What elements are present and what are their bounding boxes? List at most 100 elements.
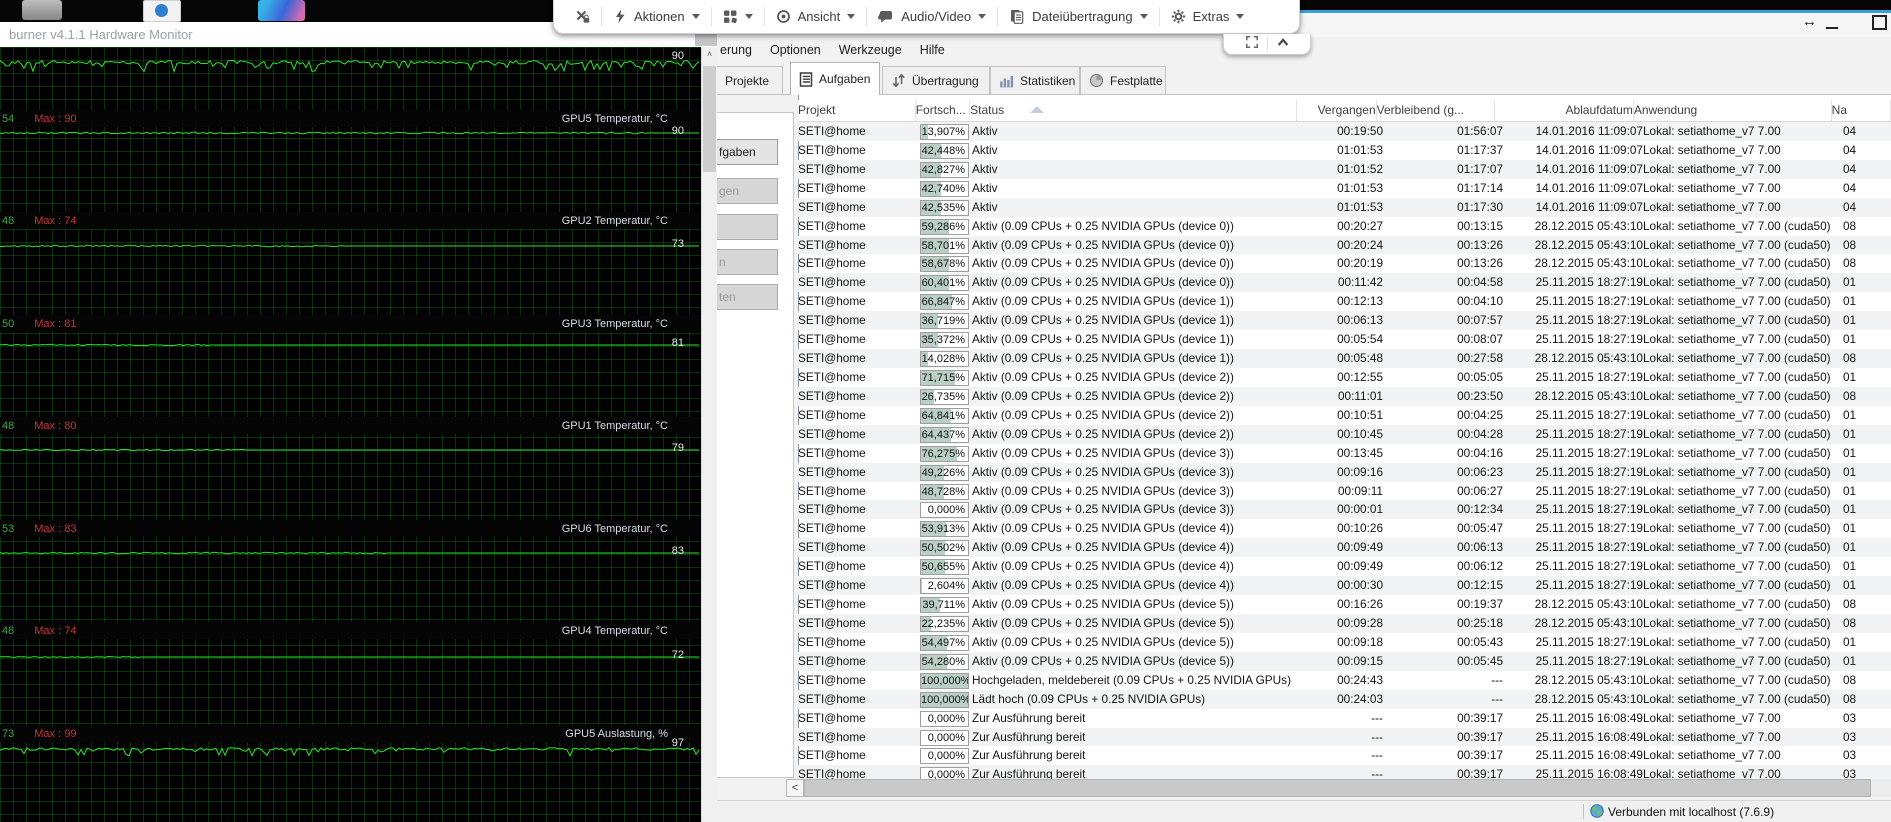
cell-1: 64,437% [917, 425, 972, 444]
column-header-label: Verbleibend (g... [1376, 103, 1465, 117]
cell-5: 28.12.2015 05:43:10 [1534, 237, 1643, 252]
collapse-toolbar-icon[interactable] [1276, 35, 1290, 53]
table-row[interactable]: SETI@home 54,497% Aktiv (0.09 CPUs + 0.25 … [798, 633, 1891, 652]
tab-aufgaben[interactable]: Aufgaben [790, 62, 880, 95]
table-row[interactable]: SETI@home 13,907% Aktiv 00:19:50 01:56:07 14.… [798, 122, 1891, 141]
minimize-icon[interactable] [1826, 27, 1838, 29]
task-command-button[interactable]: gen [716, 178, 778, 204]
scroll-left-button[interactable]: < [786, 779, 804, 797]
menu-item-erung[interactable]: erung [720, 43, 752, 57]
cell-7: 01 [1843, 653, 1857, 668]
cell-6: Lokal: setiathome_v7 7.00 (cuda50) [1643, 653, 1831, 668]
table-row[interactable]: SETI@home 100,000% Lädt hoch (0.09 CPUs + … [798, 689, 1891, 709]
progress-value: 0,000% [927, 712, 965, 725]
task-command-button[interactable]: ten [716, 284, 778, 310]
table-row[interactable]: SETI@home 0,000% Zur Ausführung bereit --- 0… [798, 709, 1891, 728]
table-row[interactable]: SETI@home 0,000% Aktiv (0.09 CPUs + 0.25 N… [798, 500, 1891, 520]
toolbar-item-aktionen[interactable]: Aktionen [602, 0, 711, 33]
table-row[interactable]: SETI@home 0,000% Zur Ausführung bereit --- 0… [798, 727, 1891, 747]
column-header-4[interactable]: Verbleibend (g... [1377, 100, 1496, 121]
menu-item-optionen[interactable]: Optionen [770, 43, 821, 57]
monitor-scrollbar[interactable]: ˄ [701, 47, 717, 822]
toolbar-item-audio-video[interactable]: Audio/Video [867, 0, 997, 33]
progress-value: 39,711% [922, 599, 965, 612]
column-header-7[interactable]: Na [1832, 100, 1891, 121]
table-row[interactable]: SETI@home 36,719% Aktiv (0.09 CPUs + 0.25 … [798, 311, 1891, 331]
table-row[interactable]: SETI@home 22,235% Aktiv (0.09 CPUs + 0.25 … [798, 613, 1891, 633]
table-row[interactable]: SETI@home 42,448% Aktiv 01:01:53 01:17:37 14.… [798, 141, 1891, 160]
table-row[interactable]: SETI@home 100,000% Hochgeladen, meldeberei… [798, 671, 1891, 690]
toolbar-item-apps-grid[interactable] [712, 0, 764, 33]
column-header-2[interactable]: Status [970, 100, 1297, 121]
cell-6: Lokal: setiathome_v7 7.00 (cuda50) [1643, 407, 1831, 422]
globe-icon [1590, 803, 1604, 821]
column-header-1[interactable]: Fortsch... [916, 100, 971, 121]
cell-5: 25.11.2015 18:27:19 [1535, 540, 1643, 555]
table-row[interactable]: SETI@home 35,372% Aktiv (0.09 CPUs + 0.25 … [798, 330, 1891, 349]
horizontal-scrollbar[interactable]: < [786, 779, 1891, 797]
menu-item-hilfe[interactable]: Hilfe [920, 43, 945, 57]
fullscreen-icon[interactable] [1245, 35, 1259, 54]
toolbar-item-dateiübertragung[interactable]: Dateiübertragung [998, 0, 1158, 33]
cell-1: 0,000% [917, 746, 972, 765]
table-row[interactable]: SETI@home 42,535% Aktiv 01:01:53 01:17:30 14.… [798, 197, 1891, 217]
table-row[interactable]: SETI@home 59,286% Aktiv (0.09 CPUs + 0.25 … [798, 217, 1891, 236]
desktop-icon-app[interactable] [258, 0, 305, 21]
column-header-6[interactable]: Anwendung [1634, 100, 1832, 121]
table-row[interactable]: SETI@home 60,401% Aktiv (0.09 CPUs + 0.25 … [798, 273, 1891, 293]
table-row[interactable]: SETI@home 58,678% Aktiv (0.09 CPUs + 0.25 … [798, 254, 1891, 273]
cell-7: 01 [1843, 578, 1857, 593]
tab-übertragung[interactable]: Übertragung [882, 66, 990, 94]
task-command-button[interactable]: fgaben [716, 139, 778, 165]
table-row[interactable]: SETI@home 58,701% Aktiv (0.09 CPUs + 0.25 … [798, 235, 1891, 255]
monitor-scrollbar-thumb[interactable] [703, 66, 716, 172]
column-header-5[interactable]: Ablaufdatum [1495, 100, 1634, 121]
table-row[interactable]: SETI@home 64,437% Aktiv (0.09 CPUs + 0.25 … [798, 424, 1891, 444]
table-row[interactable]: SETI@home 66,847% Aktiv (0.09 CPUs + 0.25 … [798, 292, 1891, 311]
scroll-up-button[interactable]: ˄ [702, 47, 717, 63]
table-row[interactable]: SETI@home 42,740% Aktiv 01:01:53 01:17:14 14.… [798, 179, 1891, 198]
desktop-icon-drive[interactable] [22, 0, 62, 20]
table-row[interactable]: SETI@home 53,913% Aktiv (0.09 CPUs + 0.25 … [798, 519, 1891, 538]
table-row[interactable]: SETI@home 0,000% Zur Ausführung bereit --- 0… [798, 765, 1891, 780]
progress-gauge: 53,913% [920, 521, 969, 538]
table-row[interactable]: SETI@home 49,226% Aktiv (0.09 CPUs + 0.25 … [798, 462, 1891, 482]
tab-statistiken[interactable]: Statistiken [990, 66, 1080, 94]
table-row[interactable]: SETI@home 64,841% Aktiv (0.09 CPUs + 0.25 … [798, 406, 1891, 425]
table-row[interactable]: SETI@home 39,711% Aktiv (0.09 CPUs + 0.25 … [798, 595, 1891, 614]
table-row[interactable]: SETI@home 42,827% Aktiv 01:01:52 01:17:07 14.… [798, 159, 1891, 179]
remote-toolbar-minitab[interactable] [1223, 34, 1311, 55]
toolbar-item-ansicht[interactable]: Ansicht [765, 0, 867, 33]
resize-icon[interactable]: ↔ [1802, 13, 1817, 30]
progress-gauge: 100,000% [920, 672, 969, 689]
toolbar-item-session-lock[interactable] [564, 0, 601, 33]
table-row[interactable]: SETI@home 14,028% Aktiv (0.09 CPUs + 0.25 … [798, 349, 1891, 368]
tab-projekte[interactable]: Projekte [716, 66, 783, 94]
table-row[interactable]: SETI@home 50,502% Aktiv (0.09 CPUs + 0.25 … [798, 538, 1891, 558]
table-row[interactable]: SETI@home 2,604% Aktiv (0.09 CPUs + 0.25 N… [798, 576, 1891, 596]
monitor-section-header: 73 Max : 99 GPU5 Auslastung, % [0, 725, 701, 742]
menu-item-werkzeuge[interactable]: Werkzeuge [839, 43, 902, 57]
toolbar-item-extras[interactable]: Extras [1160, 0, 1256, 33]
cell-0: SETI@home [798, 275, 866, 290]
task-command-button[interactable]: n [716, 249, 778, 275]
cell-2: Aktiv (0.09 CPUs + 0.25 NVIDIA GPUs (dev… [972, 237, 1234, 252]
table-row[interactable]: SETI@home 0,000% Zur Ausführung bereit --- 0… [798, 746, 1891, 765]
desktop-icon-document[interactable] [143, 0, 181, 22]
column-header-3[interactable]: Vergangen [1297, 100, 1377, 121]
table-row[interactable]: SETI@home 50,655% Aktiv (0.09 CPUs + 0.25 … [798, 557, 1891, 576]
table-row[interactable]: SETI@home 76,275% Aktiv (0.09 CPUs + 0.25 … [798, 444, 1891, 463]
column-header-0[interactable]: Projekt [798, 100, 916, 121]
task-command-button[interactable] [716, 214, 778, 240]
table-row[interactable]: SETI@home 26,735% Aktiv (0.09 CPUs + 0.25 … [798, 386, 1891, 406]
cell-6: Lokal: setiathome_v7 7.00 (cuda50) [1643, 218, 1831, 233]
cell-7: 01 [1843, 369, 1857, 384]
maximize-icon[interactable] [1872, 15, 1887, 30]
tab-festplatte[interactable]: Festplatte [1080, 66, 1166, 94]
progress-gauge: 64,437% [920, 426, 969, 443]
table-row[interactable]: SETI@home 54,280% Aktiv (0.09 CPUs + 0.25 … [798, 651, 1891, 671]
cell-2: Aktiv [972, 199, 998, 214]
table-row[interactable]: SETI@home 48,728% Aktiv (0.09 CPUs + 0.25 … [798, 482, 1891, 501]
table-row[interactable]: SETI@home 71,715% Aktiv (0.09 CPUs + 0.25 … [798, 368, 1891, 387]
horizontal-scrollbar-thumb[interactable] [804, 779, 1871, 797]
